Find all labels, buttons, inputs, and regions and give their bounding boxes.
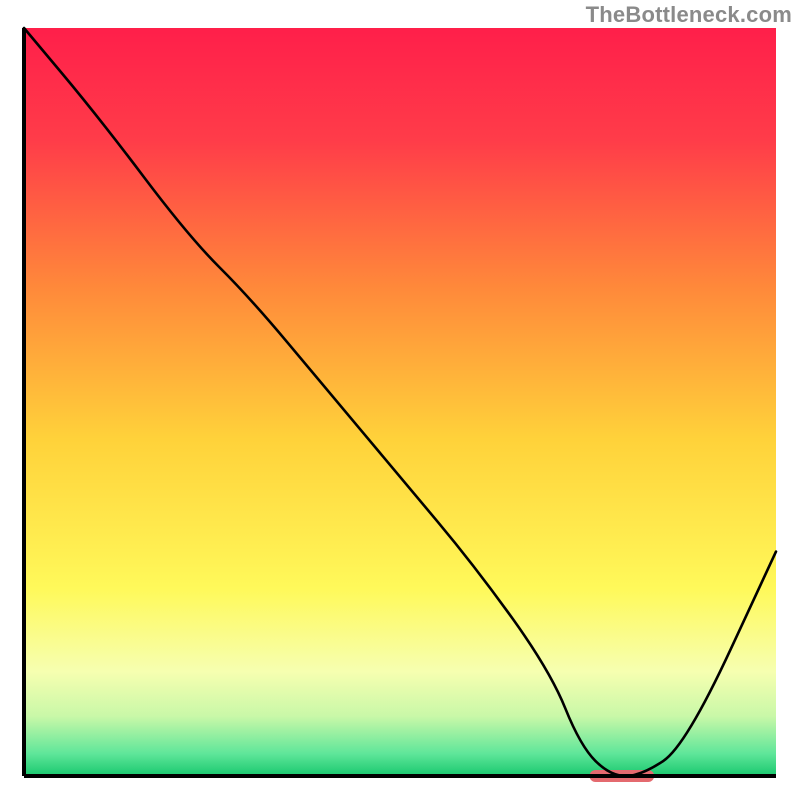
chart-frame: TheBottleneck.com — [0, 0, 800, 800]
bottleneck-chart — [0, 0, 800, 800]
gradient-background — [24, 28, 776, 776]
